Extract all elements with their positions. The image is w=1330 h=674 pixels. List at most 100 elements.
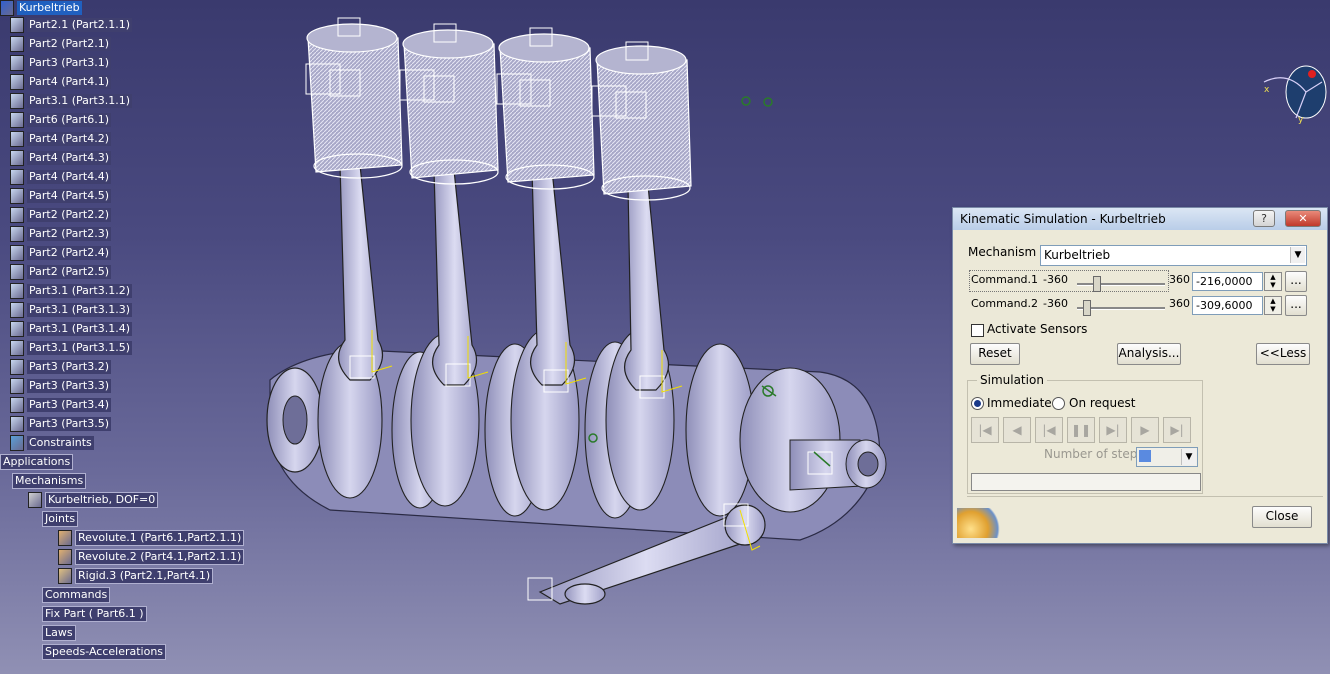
tree-node[interactable]: Part3.1 (Part3.1.4) [10,321,132,337]
tree-node-label: Kurbeltrieb [17,1,82,15]
tree-node[interactable]: Kurbeltrieb, DOF=0 [28,492,159,508]
command-2-slider-thumb[interactable] [1082,300,1091,316]
tree-node[interactable]: Commands [42,587,111,603]
part-icon [10,17,24,33]
tree-node[interactable]: Part3 (Part3.4) [10,397,112,413]
tree-node[interactable]: Applications [0,454,74,470]
tree-node-label: Part4 (Part4.5) [27,189,112,203]
kinematic-simulation-dialog: Kinematic Simulation - Kurbeltrieb ? ✕ M… [952,207,1328,544]
tree-node-label: Joints [42,511,79,527]
divider [967,496,1323,497]
tree-node[interactable]: Part6 (Part6.1) [10,112,112,128]
command-2-value-field[interactable]: -309,6000 [1192,296,1263,315]
close-window-button[interactable]: ✕ [1285,210,1321,227]
part-icon [10,321,24,337]
play-backward-icon[interactable]: |◀ [1035,417,1063,443]
part-icon [10,207,24,223]
tree-node-label: Kurbeltrieb, DOF=0 [45,492,159,508]
tree-node[interactable]: Revolute.2 (Part4.1,Part2.1.1) [58,549,245,565]
tree-node[interactable]: Part2 (Part2.5) [10,264,112,280]
command-2-more-button[interactable]: ... [1285,295,1307,316]
part-icon [10,112,24,128]
tree-node[interactable]: Part3.1 (Part3.1.3) [10,302,132,318]
part-icon [10,131,24,147]
chevron-down-icon: ▼ [1290,247,1305,263]
tree-node[interactable]: Joints [42,511,79,527]
tree-node[interactable]: Mechanisms [12,473,87,489]
part-icon [10,340,24,356]
tree-node[interactable]: Part3 (Part3.2) [10,359,112,375]
mechanism-select[interactable]: Kurbeltrieb ▼ [1040,245,1307,266]
command-1-label: Command.1 [971,273,1039,286]
tree-node[interactable]: Laws [42,625,76,641]
analysis-button[interactable]: Analysis... [1117,343,1181,365]
tree-node[interactable]: Part2 (Part2.3) [10,226,112,242]
tree-node[interactable]: Kurbeltrieb [0,0,82,16]
tree-node[interactable]: Part4 (Part4.5) [10,188,112,204]
pistons [306,23,692,201]
tree-node[interactable]: Part3.1 (Part3.1.2) [10,283,132,299]
tree-node-label: Part3.1 (Part3.1.2) [27,284,132,298]
tree-node[interactable]: Part3.1 (Part3.1.1) [10,93,132,109]
skip-to-end-icon[interactable]: ▶| [1163,417,1191,443]
close-button[interactable]: Close [1252,506,1312,528]
tree-node-label: Part2 (Part2.1) [27,37,112,51]
tree-node[interactable]: Part4 (Part4.4) [10,169,112,185]
steps-select[interactable]: ▼ [1136,447,1198,467]
tree-node-label: Part2 (Part2.5) [27,265,112,279]
pause-icon[interactable]: ❚❚ [1067,417,1095,443]
command-1-more-button[interactable]: ... [1285,271,1307,292]
tree-node[interactable]: Revolute.1 (Part6.1,Part2.1.1) [58,530,245,546]
tree-node-label: Part4 (Part4.4) [27,170,112,184]
tree-node-label: Part2 (Part2.2) [27,208,112,222]
on-request-radio[interactable] [1052,397,1065,410]
tree-node[interactable]: Part2 (Part2.4) [10,245,112,261]
tree-node[interactable]: Fix Part ( Part6.1 ) [42,606,147,622]
part-icon [10,283,24,299]
command-1-slider-thumb[interactable] [1093,276,1102,292]
activate-sensors-checkbox[interactable] [971,324,984,337]
tree-node[interactable]: Part2.1 (Part2.1.1) [10,17,132,33]
tree-node[interactable]: Part2 (Part2.1) [10,36,112,52]
command-1-value-field[interactable]: -216,0000 [1192,272,1263,291]
step-forward-icon[interactable]: ▶ [1131,417,1159,443]
tree-node-label: Fix Part ( Part6.1 ) [42,606,147,622]
help-button[interactable]: ? [1253,210,1275,227]
part-icon [10,359,24,375]
tree-node[interactable]: Part3 (Part3.5) [10,416,112,432]
skip-to-start-icon[interactable]: |◀ [971,417,999,443]
tree-node-label: Part3.1 (Part3.1.1) [27,94,132,108]
tree-node-label: Part4 (Part4.2) [27,132,112,146]
specification-tree[interactable]: Kurbeltrieb Part2.1 (Part2.1.1) Part2 (Par… [0,0,260,674]
tree-node[interactable]: Speeds-Accelerations [42,644,167,660]
tree-node-label: Applications [0,454,74,470]
activate-sensors-label: Activate Sensors [987,322,1088,336]
reset-button[interactable]: Reset [970,343,1020,365]
tree-node[interactable]: Constraints [10,435,94,451]
tree-node[interactable]: Part3 (Part3.1) [10,55,112,71]
dialog-title-bar[interactable]: Kinematic Simulation - Kurbeltrieb ? ✕ [953,208,1327,230]
tree-node-label: Part3 (Part3.5) [27,417,112,431]
less-button[interactable]: <<Less [1256,343,1310,365]
tree-node[interactable]: Part4 (Part4.3) [10,150,112,166]
tree-node[interactable]: Part4 (Part4.1) [10,74,112,90]
tree-node[interactable]: Part4 (Part4.2) [10,131,112,147]
compass-icon[interactable]: x y [1258,52,1330,124]
tree-node[interactable]: Part3.1 (Part3.1.5) [10,340,132,356]
command-1-slider-track[interactable] [1077,283,1165,286]
3d-viewport[interactable]: x y Kurbeltrieb Part2.1 (Part2.1.1) Part2 … [0,0,1330,674]
tree-node[interactable]: Rigid.3 (Part2.1,Part4.1) [58,568,214,584]
tree-node-label: Part3 (Part3.2) [27,360,112,374]
simulation-label: Simulation [977,373,1047,387]
part-icon [10,93,24,109]
play-forward-icon[interactable]: ▶| [1099,417,1127,443]
tree-node[interactable]: Part3 (Part3.3) [10,378,112,394]
command-1-min: -360 [1043,273,1068,286]
tree-node-label: Part3.1 (Part3.1.5) [27,341,132,355]
svg-text:y: y [1298,115,1304,124]
command-1-spinner[interactable]: ▲ ▼ [1264,272,1282,291]
step-back-icon[interactable]: ◀ [1003,417,1031,443]
tree-node[interactable]: Part2 (Part2.2) [10,207,112,223]
immediate-radio[interactable] [971,397,984,410]
command-2-spinner[interactable]: ▲ ▼ [1264,296,1282,315]
